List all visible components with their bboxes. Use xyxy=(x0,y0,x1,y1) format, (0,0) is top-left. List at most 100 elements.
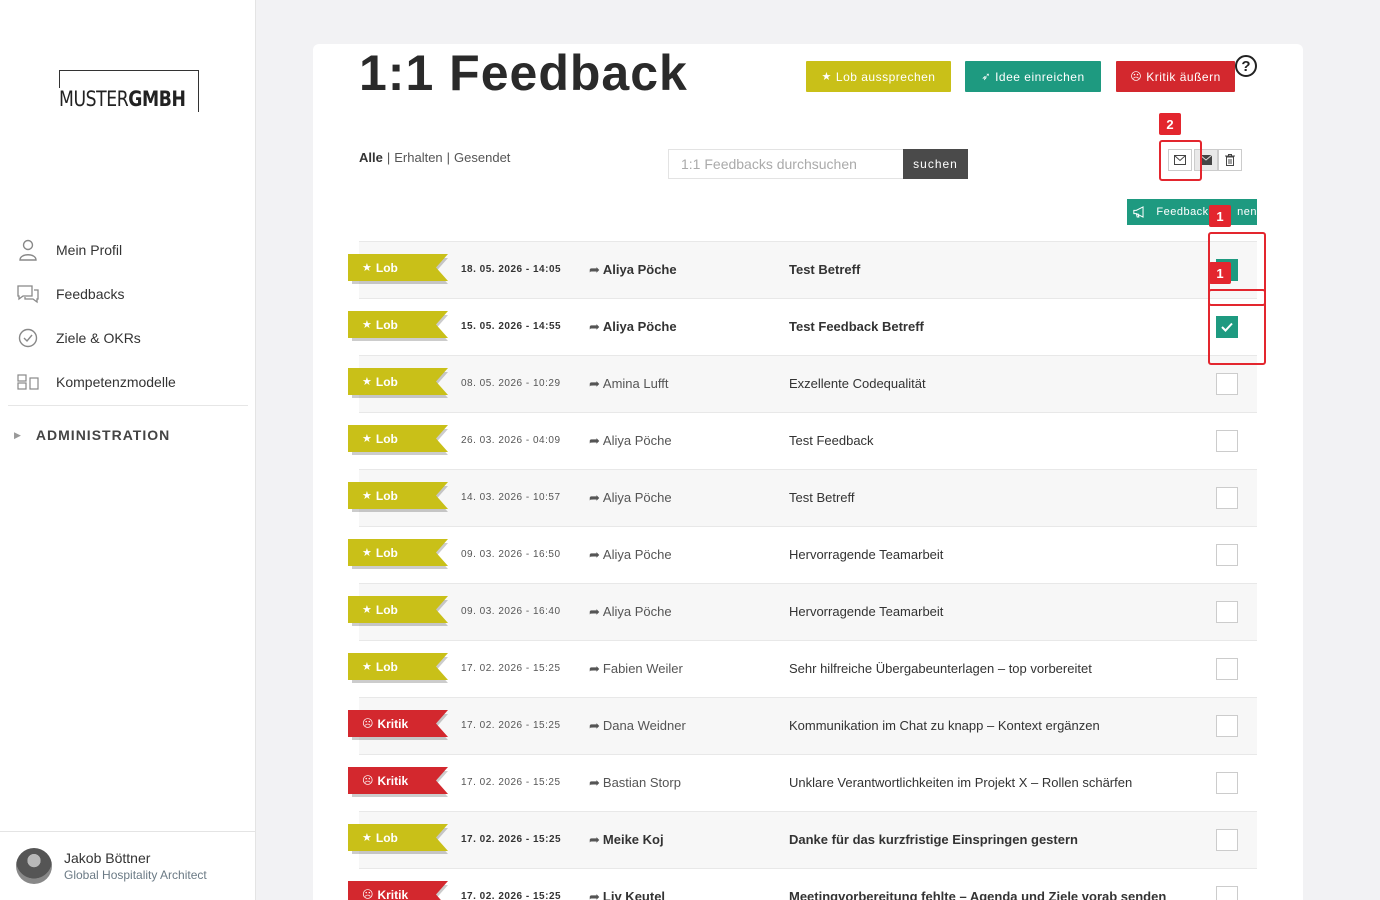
lob-ribbon: ★ Lob xyxy=(348,482,448,512)
sidebar-item-mein-profil[interactable]: Mein Profil xyxy=(8,228,248,272)
row-checkbox[interactable] xyxy=(1216,544,1238,566)
table-row[interactable]: ★ Lob 17. 02. 2026 - 15:25 ➦ Meike Koj Danke … xyxy=(348,811,1257,868)
table-row[interactable]: ★ Lob 17. 02. 2026 - 15:25 ➦ Fabien Weiler Se… xyxy=(348,640,1257,697)
filter-separator: | xyxy=(386,150,391,165)
row-checkbox[interactable] xyxy=(1216,601,1238,623)
row-checkbox[interactable] xyxy=(1216,373,1238,395)
table-row[interactable]: ★ Lob 26. 03. 2026 - 04:09 ➦ Aliya Pöche Test… xyxy=(348,412,1257,469)
star-icon: ★ xyxy=(362,661,372,673)
export-label: Feedback nen xyxy=(1156,206,1257,218)
filter-alle[interactable]: Alle xyxy=(359,150,383,165)
sender-name: Aliya Pöche xyxy=(602,490,672,505)
row-checkbox[interactable] xyxy=(1216,487,1238,509)
row-checkbox[interactable] xyxy=(1216,715,1238,737)
sidebar-item-kompetenzmodelle[interactable]: Kompetenzmodelle xyxy=(8,360,248,404)
idee-einreichen-button[interactable]: ➶ Idee einreichen xyxy=(965,61,1101,92)
star-icon: ★ xyxy=(362,547,372,559)
filter-erhalten[interactable]: Erhalten xyxy=(394,150,442,165)
reply-arrow-icon: ➦ xyxy=(589,319,600,334)
table-row[interactable]: ★ Lob 08. 05. 2026 - 10:29 ➦ Amina Lufft Exze… xyxy=(348,355,1257,412)
annotation-box-2 xyxy=(1159,140,1202,181)
frown-icon: ☹ xyxy=(362,718,374,730)
table-row[interactable]: ★ Lob 15. 05. 2026 - 14:55 ➦ Aliya Pöche Test… xyxy=(348,298,1257,355)
table-row[interactable]: ★ Lob 09. 03. 2026 - 16:40 ➦ Aliya Pöche Herv… xyxy=(348,583,1257,640)
reply-arrow-icon: ➦ xyxy=(589,547,600,562)
star-icon: ★ xyxy=(362,319,372,331)
button-label: Kritik äußern xyxy=(1146,69,1221,84)
feedback-subject[interactable]: Kommunikation im Chat zu knapp – Kontext… xyxy=(789,718,1100,733)
feedback-subject[interactable]: Danke für das kurzfristige Einspringen g… xyxy=(789,832,1078,847)
feedback-subject[interactable]: Hervorragende Teamarbeit xyxy=(789,547,943,562)
feedback-export-button[interactable]: Feedback nen xyxy=(1127,199,1257,225)
sidebar-item-administration[interactable]: ▶ ADMINISTRATION xyxy=(8,406,248,464)
user-profile[interactable]: Jakob Böttner Global Hospitality Archite… xyxy=(0,831,255,900)
feedback-date: 18. 05. 2026 - 14:05 xyxy=(461,264,562,275)
button-label: Idee einreichen xyxy=(995,69,1085,84)
button-label: Lob aussprechen xyxy=(835,69,936,84)
feedback-type: Lob xyxy=(375,488,398,503)
feedback-subject[interactable]: Meetingvorbereitung fehlte – Agenda und … xyxy=(789,889,1166,900)
feedback-subject[interactable]: Hervorragende Teamarbeit xyxy=(789,604,943,619)
feedback-sender: ➦ Fabien Weiler xyxy=(589,661,683,677)
star-icon: ★ xyxy=(821,71,832,83)
lob-ribbon: ★ Lob xyxy=(348,824,448,854)
feedback-sender: ➦ Aliya Pöche xyxy=(589,490,672,506)
row-checkbox[interactable] xyxy=(1216,886,1238,900)
kritik-aeussern-button[interactable]: ☹ Kritik äußern xyxy=(1116,61,1235,92)
table-row[interactable]: ★ Lob 14. 03. 2026 - 10:57 ➦ Aliya Pöche Test… xyxy=(348,469,1257,526)
search-button[interactable]: suchen xyxy=(903,149,968,179)
table-row[interactable]: ★ Lob 09. 03. 2026 - 16:50 ➦ Aliya Pöche Herv… xyxy=(348,526,1257,583)
annotation-label-2: 2 xyxy=(1159,113,1181,135)
feedback-type: Kritik xyxy=(377,716,409,731)
feedback-sender: ➦ Aliya Pöche xyxy=(589,547,672,563)
table-row[interactable]: ☹ Kritik 17. 02. 2026 - 15:25 ➦ Liv Keutel Me… xyxy=(348,868,1257,900)
help-icon[interactable]: ? xyxy=(1235,55,1257,77)
feedback-subject[interactable]: Test Feedback xyxy=(789,433,874,448)
reply-arrow-icon: ➦ xyxy=(589,718,600,733)
lob-ribbon: ★ Lob xyxy=(348,596,448,626)
kritik-ribbon: ☹ Kritik xyxy=(348,767,448,797)
feedback-sender: ➦ Dana Weidner xyxy=(589,718,686,734)
table-row[interactable]: ★ Lob 18. 05. 2026 - 14:05 ➦ Aliya Pöche Test… xyxy=(348,241,1257,298)
reply-arrow-icon: ➦ xyxy=(589,433,600,448)
feedback-type: Lob xyxy=(375,431,398,446)
feedback-date: 17. 02. 2026 - 15:25 xyxy=(461,663,561,674)
row-checkbox[interactable] xyxy=(1216,430,1238,452)
feedback-subject[interactable]: Test Betreff xyxy=(789,262,860,277)
lob-aussprechen-button[interactable]: ★ Lob aussprechen xyxy=(806,61,951,92)
feedback-type: Lob xyxy=(375,317,398,332)
sender-name: Liv Keutel xyxy=(602,889,666,900)
row-checkbox[interactable] xyxy=(1216,772,1238,794)
sidebar-item-label: Mein Profil xyxy=(56,242,123,258)
filter-gesendet[interactable]: Gesendet xyxy=(454,150,510,165)
main-card: 1:1 Feedback ★ Lob aussprechen ➶ Idee einr… xyxy=(313,44,1303,900)
feedback-subject[interactable]: Unklare Verantwortlichkeiten im Projekt … xyxy=(789,775,1132,790)
table-row[interactable]: ☹ Kritik 17. 02. 2026 - 15:25 ➦ Bastian Stor… xyxy=(348,754,1257,811)
sidebar-item-ziele-okrs[interactable]: Ziele & OKRs xyxy=(8,316,248,360)
sidebar-item-feedbacks[interactable]: Feedbacks xyxy=(8,272,248,316)
megaphone-icon xyxy=(1133,206,1144,218)
feedback-subject[interactable]: Sehr hilfreiche Übergabeunterlagen – top… xyxy=(789,661,1092,676)
row-checkbox[interactable] xyxy=(1216,658,1238,680)
delete-button[interactable] xyxy=(1218,149,1242,171)
feedback-subject[interactable]: Exzellente Codequalität xyxy=(789,376,926,391)
feedback-type: Lob xyxy=(375,545,398,560)
feedback-sender: ➦ Meike Koj xyxy=(589,832,664,848)
company-logo[interactable]: MUSTERGMBH xyxy=(59,70,199,112)
sidebar-nav: Mein Profil Feedbacks Ziele & OKRs Kompe… xyxy=(8,228,248,464)
search-input[interactable]: 1:1 Feedbacks durchsuchen xyxy=(668,149,904,179)
sidebar: MUSTERGMBH Mein Profil Feedbacks Ziele &… xyxy=(0,0,256,900)
feedback-subject[interactable]: Test Feedback Betreff xyxy=(789,319,924,334)
user-icon xyxy=(16,238,40,262)
sender-name: Aliya Pöche xyxy=(602,604,672,619)
row-checkbox[interactable] xyxy=(1216,829,1238,851)
feedback-type: Kritik xyxy=(377,773,409,788)
star-icon: ★ xyxy=(362,832,372,844)
logo-text-light: MUSTER xyxy=(59,87,129,111)
table-row[interactable]: ☹ Kritik 17. 02. 2026 - 15:25 ➦ Dana Weidner… xyxy=(348,697,1257,754)
page-title: 1:1 Feedback xyxy=(359,45,688,101)
reply-arrow-icon: ➦ xyxy=(589,832,600,847)
sender-name: Aliya Pöche xyxy=(602,262,677,277)
feedback-subject[interactable]: Test Betreff xyxy=(789,490,855,505)
reply-arrow-icon: ➦ xyxy=(589,376,600,391)
